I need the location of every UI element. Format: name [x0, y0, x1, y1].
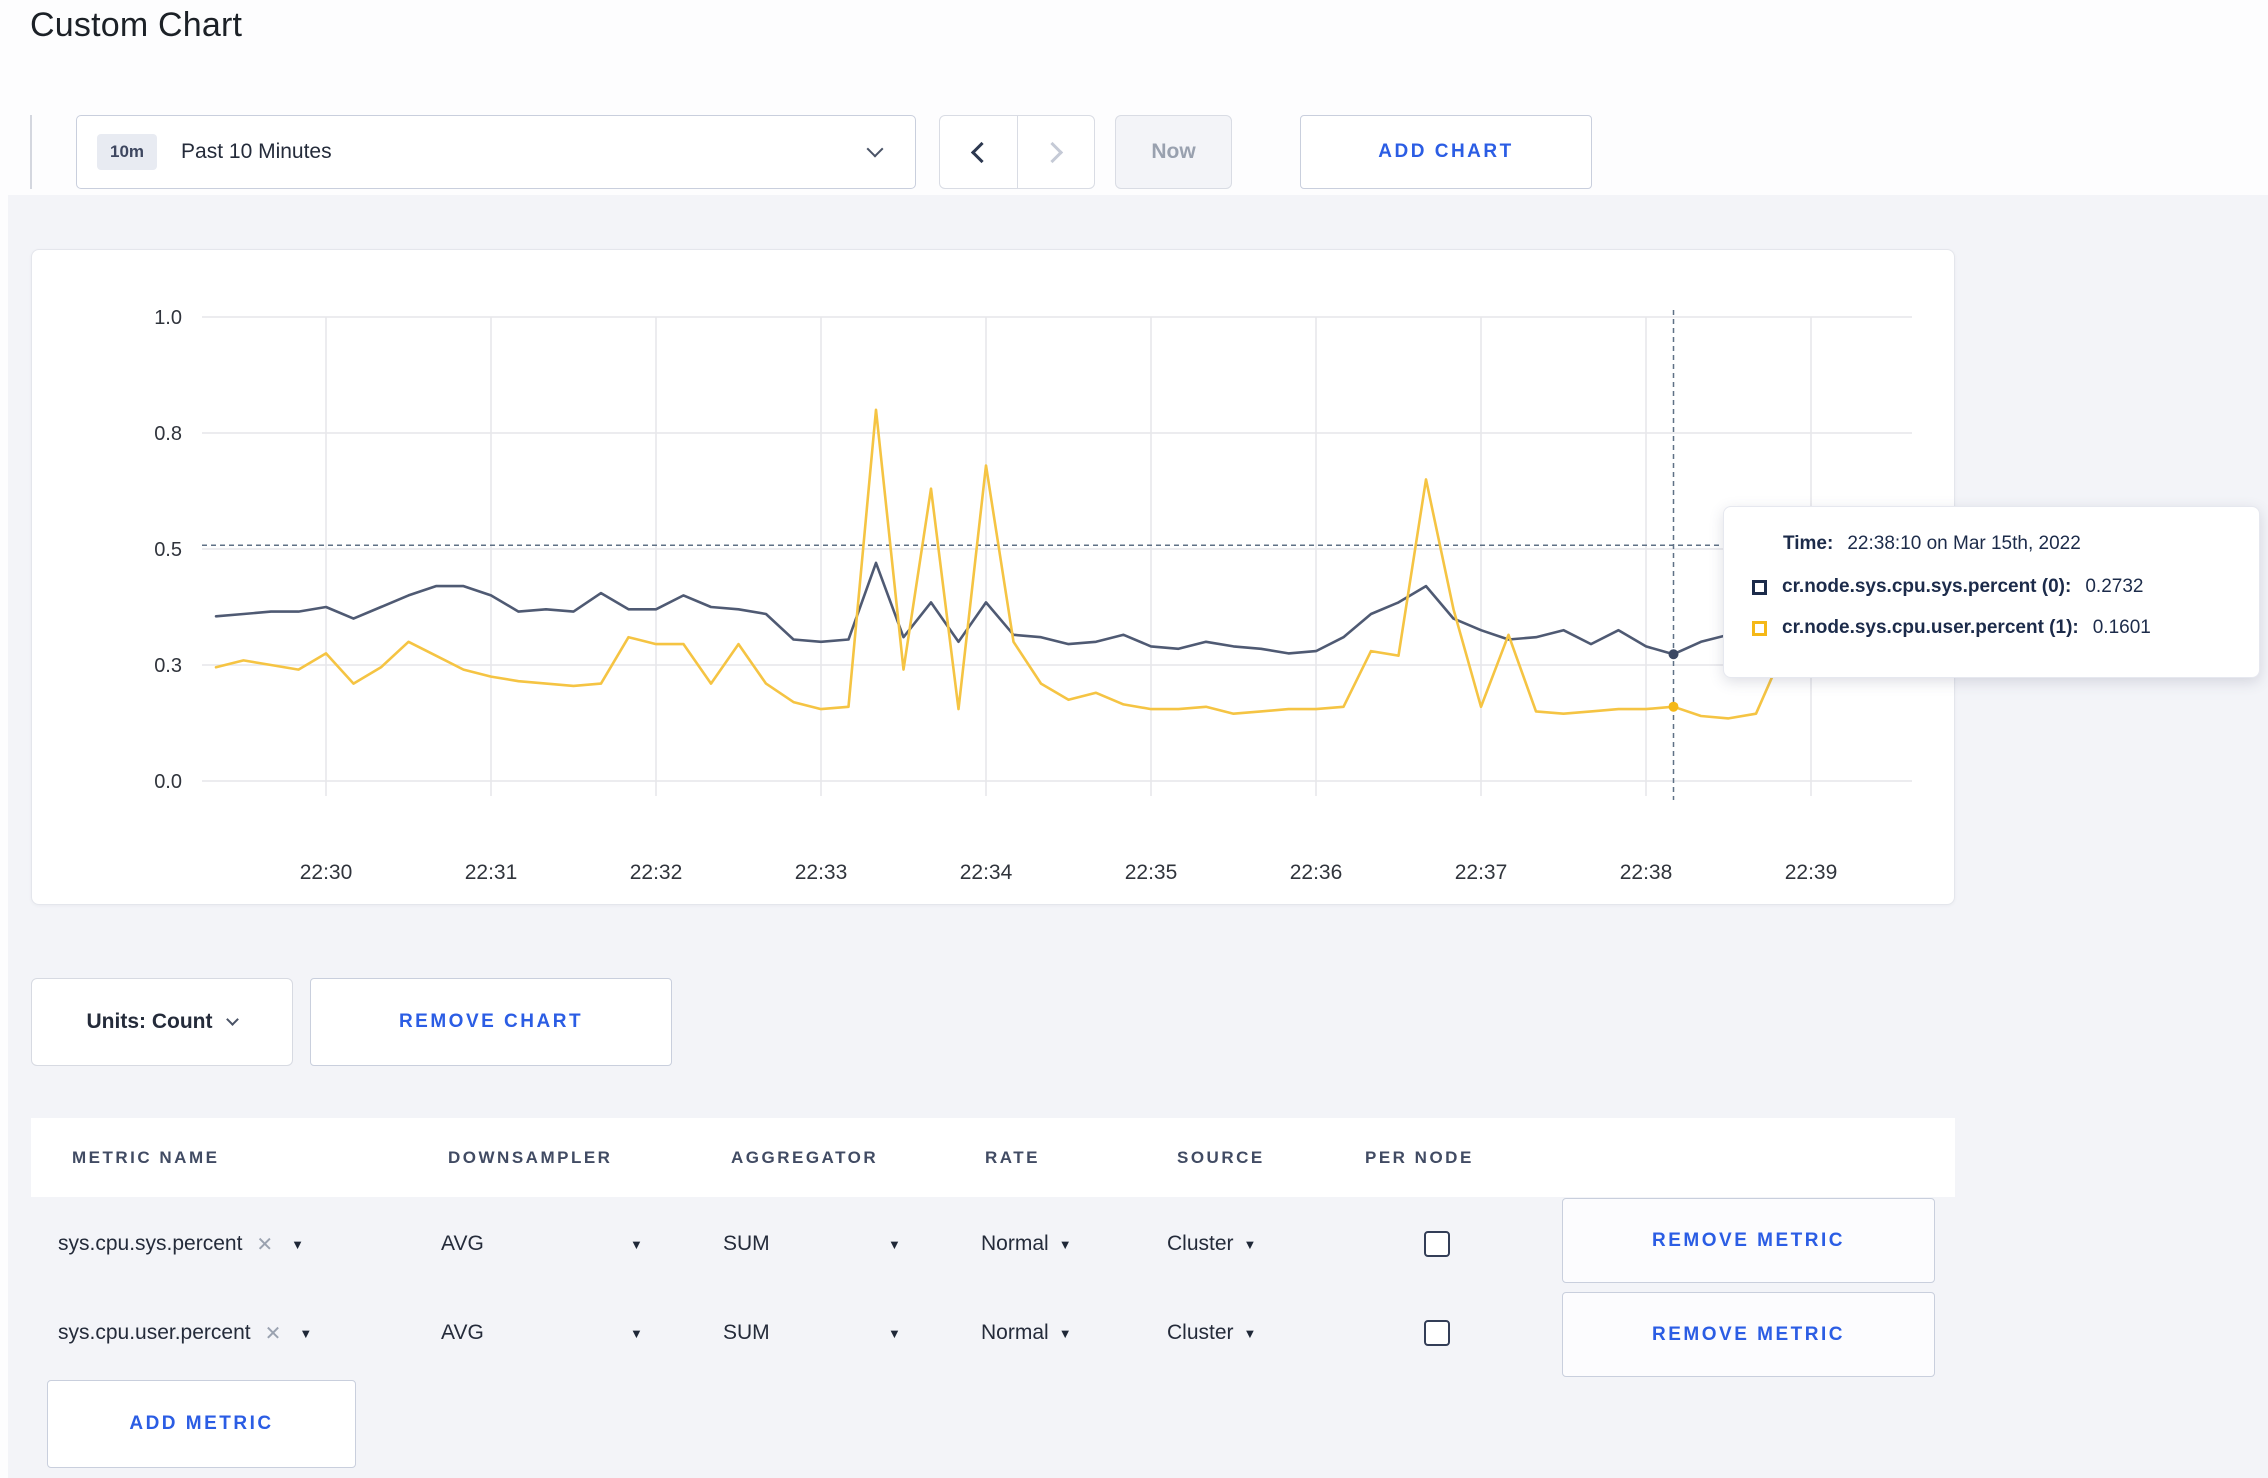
caret-down-icon[interactable]: ▼ — [299, 1326, 312, 1341]
chevron-left-icon — [970, 141, 992, 163]
svg-text:22:30: 22:30 — [300, 861, 353, 884]
tooltip-time-row: Time: 22:38:10 on Mar 15th, 2022 — [1783, 533, 2235, 555]
svg-text:0.8: 0.8 — [154, 423, 182, 445]
aggregator-caret[interactable]: ▼ — [888, 1226, 901, 1262]
svg-text:22:34: 22:34 — [960, 861, 1013, 884]
time-range-badge: 10m — [97, 134, 158, 170]
svg-text:22:36: 22:36 — [1290, 861, 1343, 884]
aggregator-caret[interactable]: ▼ — [888, 1315, 901, 1351]
chevron-down-icon — [226, 1013, 240, 1026]
chevron-down-icon — [866, 140, 884, 158]
caret-down-icon[interactable]: ▼ — [291, 1237, 304, 1252]
tooltip-series-name: cr.node.sys.cpu.sys.percent (0): — [1782, 576, 2072, 597]
rate-value: Normal — [981, 1321, 1049, 1344]
time-forward-button[interactable] — [1016, 116, 1095, 188]
svg-text:22:32: 22:32 — [630, 861, 683, 884]
legend-square-user-icon — [1752, 620, 1767, 636]
time-nav-group — [939, 115, 1095, 189]
svg-text:1.0: 1.0 — [154, 307, 182, 329]
remove-metric-button[interactable]: REMOVE METRIC — [1562, 1198, 1935, 1283]
content-panel: 1.0 0.8 0.5 0.3 0.0 22:30 22:31 22:32 22:33 22:34… — [0, 195, 2268, 1478]
chevron-right-icon — [1042, 141, 1064, 163]
metric-name-value: sys.cpu.user.percent — [58, 1321, 251, 1344]
page-title: Custom Chart — [30, 6, 243, 44]
metric-name-value: sys.cpu.sys.percent — [58, 1232, 243, 1255]
svg-text:22:39: 22:39 — [1785, 861, 1838, 884]
time-back-button[interactable] — [940, 116, 1017, 188]
svg-text:0.5: 0.5 — [154, 539, 182, 561]
units-select[interactable]: Units: Count — [31, 978, 293, 1066]
svg-text:0.3: 0.3 — [154, 655, 182, 677]
toolbar-accent-divider — [30, 115, 32, 189]
downsampler-caret[interactable]: ▼ — [630, 1315, 643, 1351]
svg-text:22:37: 22:37 — [1455, 861, 1508, 884]
rate-value: Normal — [981, 1232, 1049, 1255]
svg-text:22:38: 22:38 — [1620, 861, 1673, 884]
col-header-downsampler: DOWNSAMPLER — [448, 1147, 613, 1167]
clear-metric-icon[interactable]: ✕ — [265, 1321, 282, 1346]
aggregator-select[interactable]: SUM — [723, 1226, 770, 1262]
tooltip-series-value: 0.1601 — [2092, 617, 2151, 638]
remove-chart-button[interactable]: REMOVE CHART — [310, 978, 672, 1066]
add-chart-button[interactable]: ADD CHART — [1300, 115, 1592, 189]
downsampler-value: AVG — [441, 1232, 484, 1255]
tooltip-series-value: 0.2732 — [2085, 576, 2144, 597]
col-header-aggregator: AGGREGATOR — [731, 1147, 879, 1167]
col-header-rate: RATE — [985, 1147, 1041, 1167]
remove-metric-button[interactable]: REMOVE METRIC — [1562, 1292, 1935, 1377]
downsampler-select[interactable]: AVG — [441, 1315, 484, 1351]
source-select[interactable]: Cluster ▼ — [1167, 1226, 1256, 1262]
col-header-metric-name: METRIC NAME — [72, 1147, 220, 1167]
col-header-per-node: PER NODE — [1365, 1147, 1474, 1167]
per-node-checkbox[interactable] — [1424, 1320, 1450, 1346]
metrics-table-header: METRIC NAME DOWNSAMPLER AGGREGATOR RATE … — [31, 1118, 1955, 1197]
chart-card: 1.0 0.8 0.5 0.3 0.0 22:30 22:31 22:32 22:33 22:34… — [31, 249, 1955, 905]
downsampler-select[interactable]: AVG — [441, 1226, 484, 1262]
source-value: Cluster — [1167, 1232, 1234, 1255]
tooltip-series-row: cr.node.sys.cpu.sys.percent (0): 0.2732 — [1752, 576, 2235, 598]
cpu-chart[interactable]: 1.0 0.8 0.5 0.3 0.0 22:30 22:31 22:32 22:33 22:34… — [32, 250, 1956, 906]
chart-tooltip: Time: 22:38:10 on Mar 15th, 2022 cr.node.… — [1723, 506, 2260, 678]
tooltip-time-value: 22:38:10 on Mar 15th, 2022 — [1847, 533, 2081, 554]
svg-text:0.0: 0.0 — [154, 771, 182, 793]
source-value: Cluster — [1167, 1321, 1234, 1344]
rate-select[interactable]: Normal ▼ — [981, 1315, 1072, 1351]
metric-name-select[interactable]: sys.cpu.user.percent ✕ ▼ — [58, 1315, 312, 1351]
downsampler-caret[interactable]: ▼ — [630, 1226, 643, 1262]
aggregator-value: SUM — [723, 1321, 770, 1344]
time-range-select[interactable]: 10m Past 10 Minutes — [76, 115, 916, 189]
tooltip-time-label: Time: — [1783, 533, 1834, 554]
aggregator-select[interactable]: SUM — [723, 1315, 770, 1351]
units-label: Units: Count — [86, 1010, 213, 1033]
now-button[interactable]: Now — [1115, 115, 1232, 189]
col-header-source: SOURCE — [1177, 1147, 1265, 1167]
legend-square-sys-icon — [1752, 579, 1767, 595]
svg-text:22:31: 22:31 — [465, 861, 518, 884]
svg-text:22:35: 22:35 — [1125, 861, 1178, 884]
add-metric-button[interactable]: ADD METRIC — [47, 1380, 356, 1468]
tooltip-series-row: cr.node.sys.cpu.user.percent (1): 0.1601 — [1752, 617, 2235, 639]
per-node-checkbox[interactable] — [1424, 1231, 1450, 1257]
aggregator-value: SUM — [723, 1232, 770, 1255]
clear-metric-icon[interactable]: ✕ — [256, 1232, 273, 1257]
svg-text:22:33: 22:33 — [795, 861, 848, 884]
left-edge-strip — [0, 195, 8, 1478]
source-select[interactable]: Cluster ▼ — [1167, 1315, 1256, 1351]
downsampler-value: AVG — [441, 1321, 484, 1344]
metric-name-select[interactable]: sys.cpu.sys.percent ✕ ▼ — [58, 1226, 304, 1262]
tooltip-series-name: cr.node.sys.cpu.user.percent (1): — [1782, 617, 2079, 638]
time-range-label: Past 10 Minutes — [181, 140, 332, 163]
rate-select[interactable]: Normal ▼ — [981, 1226, 1072, 1262]
